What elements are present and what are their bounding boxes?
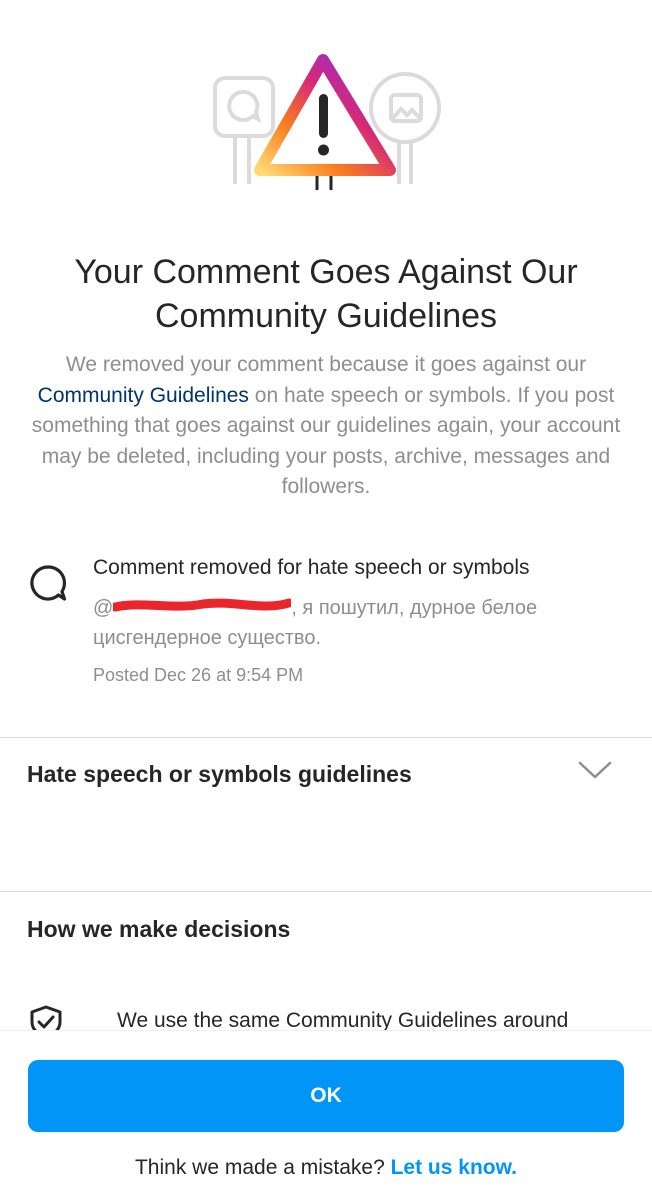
chevron-down-icon[interactable]	[578, 760, 612, 780]
removed-comment: Comment removed for hate speech or symbo…	[28, 553, 628, 693]
dialog-footer: OK Think we made a mistake? Let us know.	[0, 1030, 652, 1201]
comment-icon	[30, 565, 67, 601]
comment-text: @, я пошутил, дурное белое цисгендерное …	[93, 593, 613, 653]
feedback-prompt: Think we made a mistake? Let us know.	[0, 1153, 652, 1183]
redacted-username	[113, 598, 292, 612]
ok-button[interactable]: OK	[28, 1060, 624, 1132]
let-us-know-link[interactable]: Let us know.	[391, 1156, 517, 1179]
community-guidelines-link[interactable]: Community Guidelines	[38, 384, 249, 407]
comment-timestamp: Posted Dec 26 at 9:54 PM	[93, 665, 304, 685]
dialog-title: Your Comment Goes Against Our Community …	[74, 253, 578, 335]
comment-removed-heading: Comment removed for hate speech or symbo…	[93, 556, 530, 579]
divider	[0, 891, 652, 892]
feedback-text: Think we made a mistake?	[134, 1156, 391, 1179]
hate-speech-guidelines-title[interactable]: Hate speech or symbols guidelines	[27, 759, 412, 789]
warning-icon	[254, 54, 396, 190]
mention-prefix: @	[93, 597, 114, 619]
warning-illustration	[213, 54, 441, 190]
description-text-start: We removed your comment because it goes …	[65, 353, 587, 376]
decisions-section-title: How we make decisions	[27, 916, 291, 942]
divider	[0, 737, 652, 738]
dialog-description: We removed your comment because it goes …	[28, 350, 624, 503]
